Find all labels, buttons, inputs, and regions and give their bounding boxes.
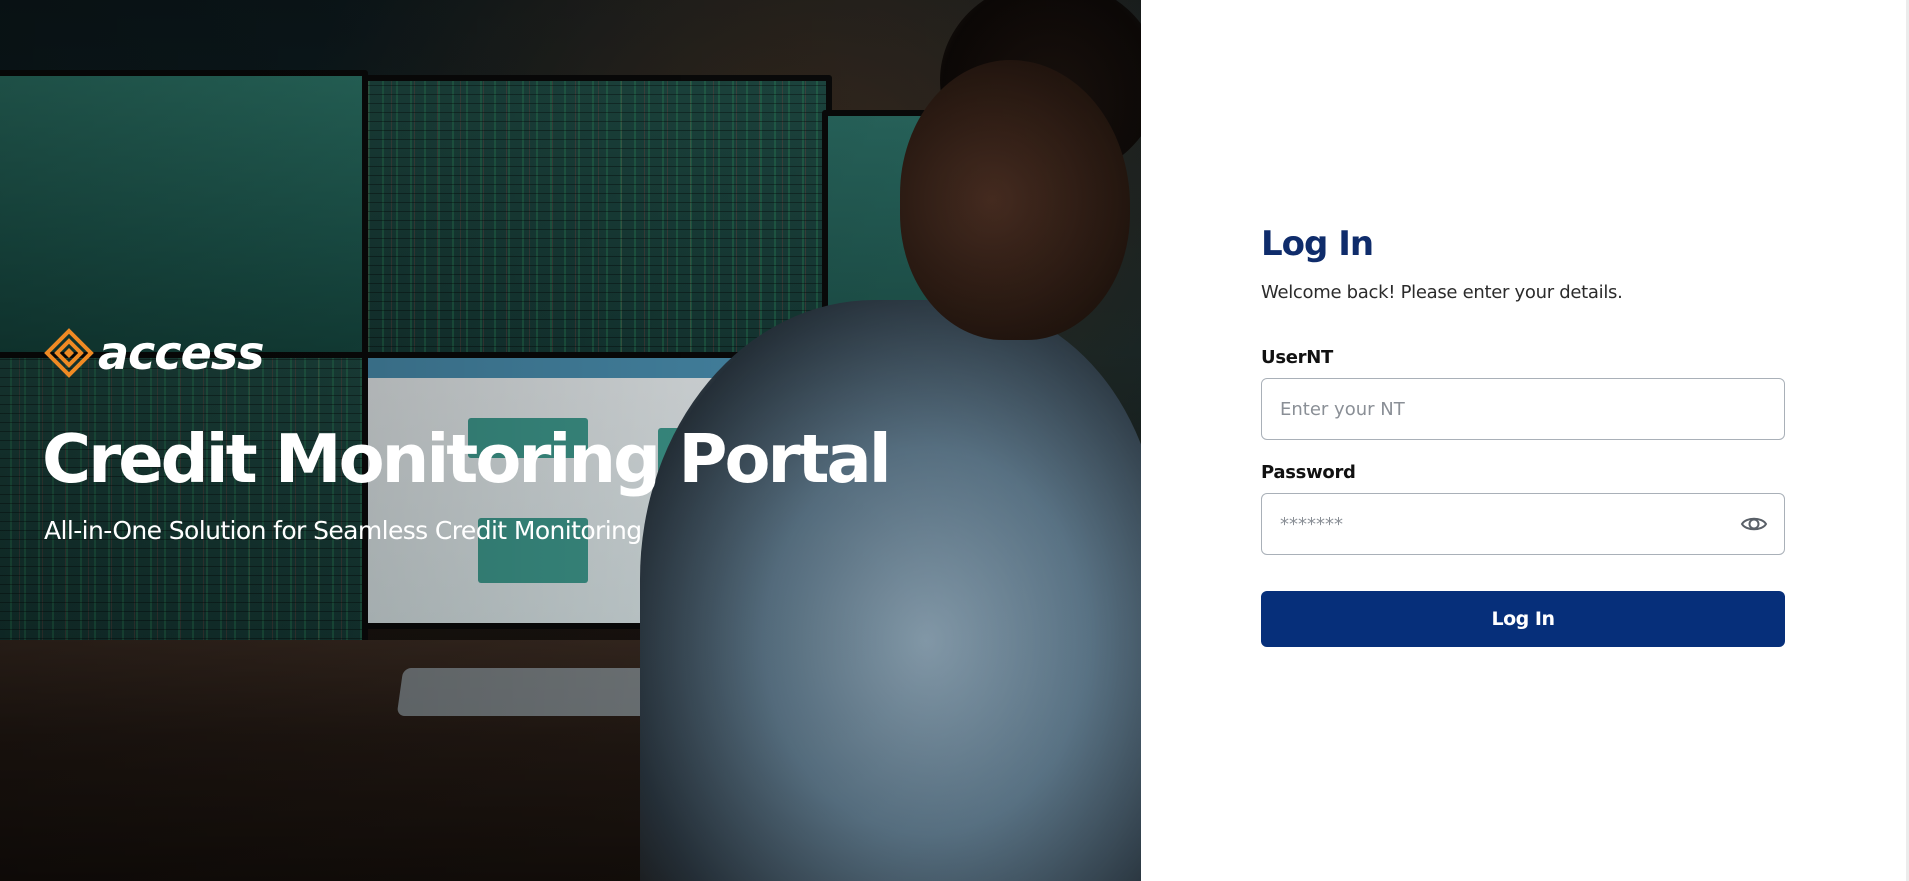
username-label: UserNT <box>1261 347 1333 368</box>
username-input[interactable] <box>1261 378 1785 440</box>
access-diamond-icon <box>44 328 94 378</box>
username-field-wrapper <box>1261 378 1785 440</box>
password-visibility-toggle[interactable] <box>1739 509 1769 539</box>
login-title: Log In <box>1261 224 1374 264</box>
brand-logo: access <box>44 326 265 380</box>
password-label: Password <box>1261 462 1356 483</box>
eye-icon <box>1740 517 1768 531</box>
login-panel: Log In Welcome back! Please enter your d… <box>1141 0 1909 881</box>
brand-name: access <box>98 326 265 380</box>
login-button[interactable]: Log In <box>1261 591 1785 647</box>
login-subtitle: Welcome back! Please enter your details. <box>1261 282 1623 303</box>
hero-subtitle: All-in-One Solution for Seamless Credit … <box>44 516 642 545</box>
hero-title: Credit Monitoring Portal <box>42 420 892 498</box>
login-form: Log In Welcome back! Please enter your d… <box>1261 220 1785 647</box>
hero-image: access Credit Monitoring Portal All-in-O… <box>0 0 1141 881</box>
password-input[interactable] <box>1261 493 1785 555</box>
password-field-wrapper <box>1261 493 1785 555</box>
